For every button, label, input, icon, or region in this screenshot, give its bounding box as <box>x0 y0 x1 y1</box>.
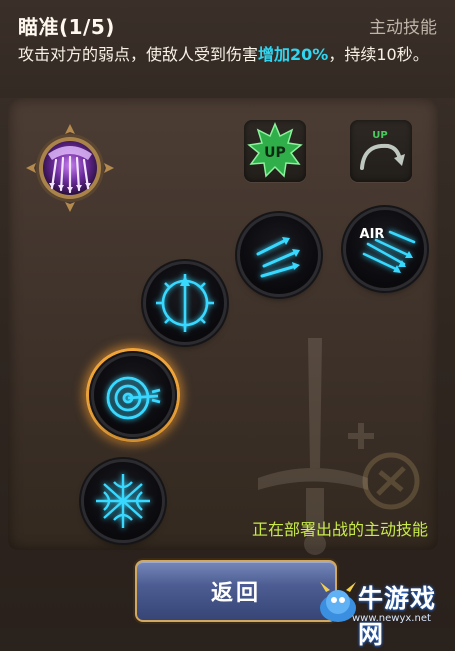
description-highlight: 增加20% <box>258 45 329 64</box>
skill-header: 瞄准(1/5) 主动技能 攻击对方的弱点，使敌人受到伤害增加20%，持续10秒。 <box>0 0 455 98</box>
back-button[interactable]: 返回 <box>135 560 337 622</box>
description-text: 攻击对方的弱点，使敌人受到伤害 <box>18 45 259 64</box>
purple-arrow-volley-icon <box>26 124 114 212</box>
locked-skill-watermark-icon <box>362 452 420 510</box>
skill-node-air[interactable]: AIR <box>346 210 424 288</box>
skill-tree-panel: UP UP AIR 正在部署出战的主动技能 <box>8 98 438 555</box>
compass-arrow-icon <box>156 274 214 332</box>
skill-type-label: 主动技能 <box>369 18 437 38</box>
green-up-star-icon: UP <box>247 122 303 178</box>
skill-detail-window: 瞄准(1/5) 主动技能 攻击对方的弱点，使敌人受到伤害增加20%，持续10秒。 <box>0 0 455 649</box>
skill-node-arrow-star[interactable] <box>84 462 162 540</box>
skill-portrait[interactable] <box>26 124 114 212</box>
skill-title: 瞄准(1/5) <box>18 15 115 39</box>
site-watermark-url: www.newyx.net <box>352 613 431 624</box>
upgrade-badge-button[interactable]: UP <box>244 120 306 182</box>
curved-up-arrow-icon: UP <box>360 130 405 170</box>
skill-node-triple-arrow[interactable] <box>240 216 318 294</box>
air-arrows-icon: AIR <box>360 227 416 273</box>
skill-description: 攻击对方的弱点，使敌人受到伤害增加20%，持续10秒。 <box>18 43 438 67</box>
skill-node-target[interactable] <box>94 356 172 434</box>
target-bullseye-icon <box>106 376 161 420</box>
deploy-status-text: 正在部署出战的主动技能 <box>251 520 428 539</box>
air-node-text: AIR <box>360 227 385 242</box>
description-suffix: ，持续10秒。 <box>328 45 429 64</box>
upgrade-badge-text: UP <box>264 145 286 161</box>
upgrade-arrow-text: UP <box>372 130 387 141</box>
upgrade-arrow-button[interactable]: UP <box>350 120 412 182</box>
arrow-star-icon <box>96 474 150 528</box>
skill-node-compass[interactable] <box>146 264 224 342</box>
triple-arrow-icon <box>256 237 300 278</box>
